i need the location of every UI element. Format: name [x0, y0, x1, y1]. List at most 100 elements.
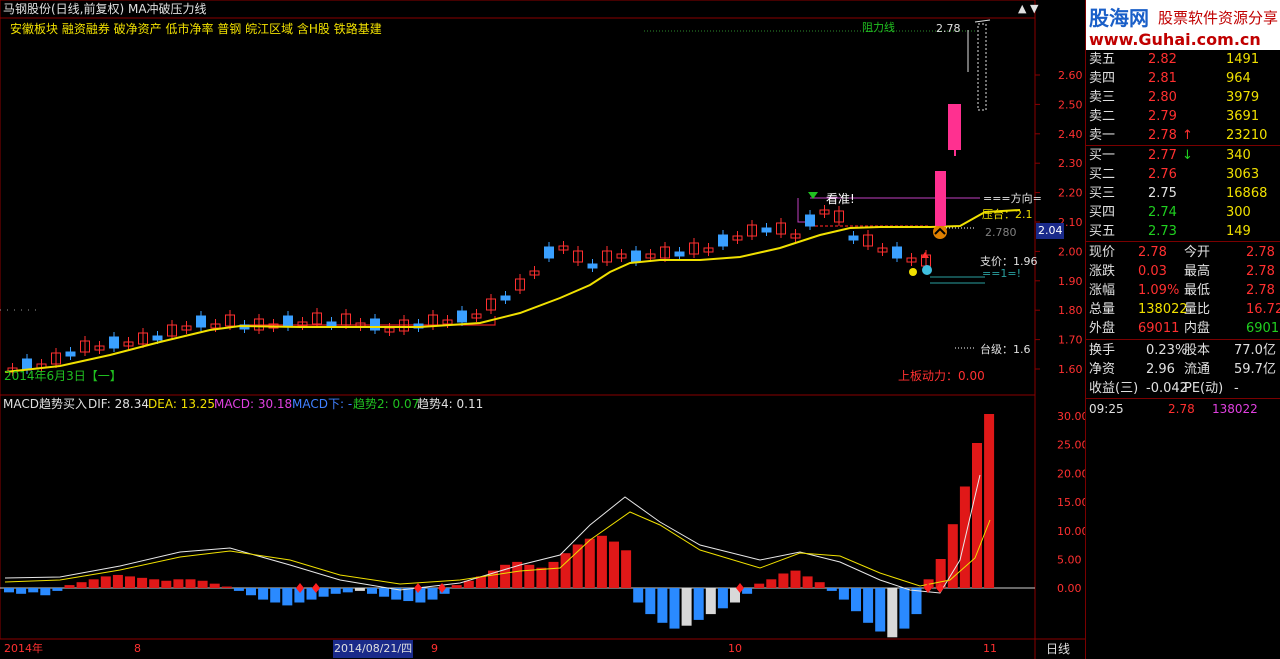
stat-value: 2.96 — [1146, 362, 1175, 377]
macd-bar — [705, 588, 716, 615]
macd-bar — [754, 583, 765, 588]
sell-row: 卖五 2.82 1491 — [1086, 50, 1280, 69]
macd-bar — [76, 582, 87, 588]
x-month-8: 8 — [134, 642, 141, 655]
macd-down: MACD下: - — [292, 397, 353, 411]
macd-bar — [875, 588, 886, 632]
macd-y-tick: 30.00 — [1057, 410, 1085, 423]
macd-y-tick: 25.00 — [1057, 439, 1085, 452]
macd-bar — [354, 588, 365, 591]
stat-row: 换手 0.23% 股本 77.0亿 — [1086, 341, 1280, 360]
buy-label: 买二 — [1089, 167, 1116, 182]
tick-price: 2.78 — [1168, 402, 1195, 416]
kanzhun-label: 看准! — [826, 192, 855, 206]
macd-bar — [584, 538, 595, 588]
macd-trend2: 趋势2: 0.07 — [353, 397, 420, 411]
macd-bar — [451, 585, 462, 588]
sell-vol: 23210 — [1226, 128, 1268, 143]
macd-bar — [258, 588, 269, 600]
stat-label: 净资 — [1089, 362, 1116, 377]
macd-bar — [693, 588, 704, 620]
macd-y-tick: 20.00 — [1057, 467, 1085, 480]
macd-y-tick: 0.00 — [1057, 582, 1082, 595]
macd-bar — [645, 588, 656, 615]
macd-bar — [427, 588, 438, 600]
buy-price: 2.77 — [1148, 148, 1177, 163]
sell-vol: 3691 — [1226, 109, 1260, 124]
stat-value: 69011 — [1138, 321, 1180, 336]
sell-row: 卖一 2.78 ↑ 23210 — [1086, 126, 1280, 145]
buy-row: 买三 2.75 16868 — [1086, 184, 1280, 203]
macd-bar — [64, 585, 75, 588]
period-tab[interactable]: 日线 — [1046, 641, 1070, 657]
stat-value: -0.042 — [1146, 381, 1188, 396]
sell-label: 卖二 — [1089, 109, 1116, 124]
stat-value: 0.03 — [1138, 264, 1167, 279]
sell-row: 卖二 2.79 3691 — [1086, 107, 1280, 126]
price-y-tick: 1.90 — [1058, 275, 1083, 288]
stat-value: 16.72 — [1246, 302, 1280, 317]
logo-name: 股海网 — [1089, 6, 1149, 30]
stat-label: 外盘 — [1089, 321, 1116, 336]
buy-vol: 340 — [1226, 148, 1251, 163]
macd-bar — [899, 588, 910, 629]
buy-row: 买四 2.74 300 — [1086, 203, 1280, 222]
stat-row: 外盘 69011 内盘 69011 — [1086, 319, 1280, 338]
tick-vol: 138022 — [1212, 402, 1258, 416]
macd-bar — [221, 586, 232, 588]
stat-row: 涨跌 0.03 最高 2.78 — [1086, 262, 1280, 281]
macd-bar — [342, 588, 353, 593]
macd-bar — [548, 561, 559, 588]
macd-histogram — [4, 414, 995, 638]
taiji-label: 台级：1.6 — [980, 343, 1031, 356]
stat-value: 2.78 — [1246, 245, 1275, 260]
macd-bar — [609, 541, 619, 588]
macd-bar — [161, 580, 172, 588]
stat-label: 流通 — [1184, 362, 1211, 377]
logo-url: www.Guhai.com.cn — [1089, 30, 1261, 49]
buy-price: 2.74 — [1148, 205, 1177, 220]
stat-value: 1.09% — [1138, 283, 1180, 298]
stat-label: 股本 — [1184, 343, 1211, 358]
macd-bar — [524, 564, 535, 588]
sell-label: 卖一 — [1089, 128, 1116, 143]
price-y-tick: 2.60 — [1058, 69, 1083, 82]
tick-row: 09:25 2.78 138022 — [1086, 400, 1280, 419]
macd-dea: DEA: 13.25 — [148, 397, 216, 411]
macd-bar — [742, 588, 753, 594]
x-cursor-date: 2014/08/21/四 — [334, 642, 413, 655]
macd-y-tick: 10.00 — [1057, 525, 1085, 538]
macd-bar — [367, 588, 377, 594]
stat-value: 0.23% — [1146, 343, 1188, 358]
macd-y-tick: 15.00 — [1057, 496, 1085, 509]
macd-bar — [40, 588, 51, 596]
macd-bar — [270, 588, 281, 603]
buy-label: 买四 — [1089, 205, 1116, 220]
stat-row: 收益(三) -0.042 PE(动) - — [1086, 379, 1280, 398]
macd-bar — [173, 579, 184, 588]
logo-slogan: 股票软件资源分享 — [1158, 9, 1279, 27]
macd-bar — [282, 588, 293, 606]
buy-vol: 149 — [1226, 224, 1251, 239]
macd-bar — [100, 576, 111, 588]
macd-bar — [778, 573, 789, 588]
sell-vol: 3979 — [1226, 90, 1260, 105]
stat-label: 总量 — [1089, 302, 1116, 317]
stat-value: - — [1234, 381, 1239, 396]
buy-row: 买一 2.77 ↓ 340 — [1086, 146, 1280, 165]
macd-bar — [621, 550, 632, 588]
macd-bar — [972, 443, 982, 588]
price-y-tick: 1.80 — [1058, 304, 1083, 317]
buy-label: 买一 — [1089, 148, 1116, 163]
macd-bar — [790, 570, 801, 588]
stat-label: 量比 — [1184, 302, 1211, 317]
buy-row: 买二 2.76 3063 — [1086, 165, 1280, 184]
chart-title: 马钢股份(日线,前复权) MA冲破压力线 — [3, 2, 207, 16]
x-year: 2014年 — [4, 642, 43, 655]
macd-bar — [379, 588, 390, 597]
macd-bar — [863, 588, 874, 623]
macd-bar — [4, 588, 14, 593]
guhai-logo: 股海网 股票软件资源分享 www.Guhai.com.cn — [1086, 0, 1280, 50]
window-controls[interactable]: ▲ ▼ — [1018, 1, 1038, 17]
stat-label: 最高 — [1184, 264, 1211, 279]
